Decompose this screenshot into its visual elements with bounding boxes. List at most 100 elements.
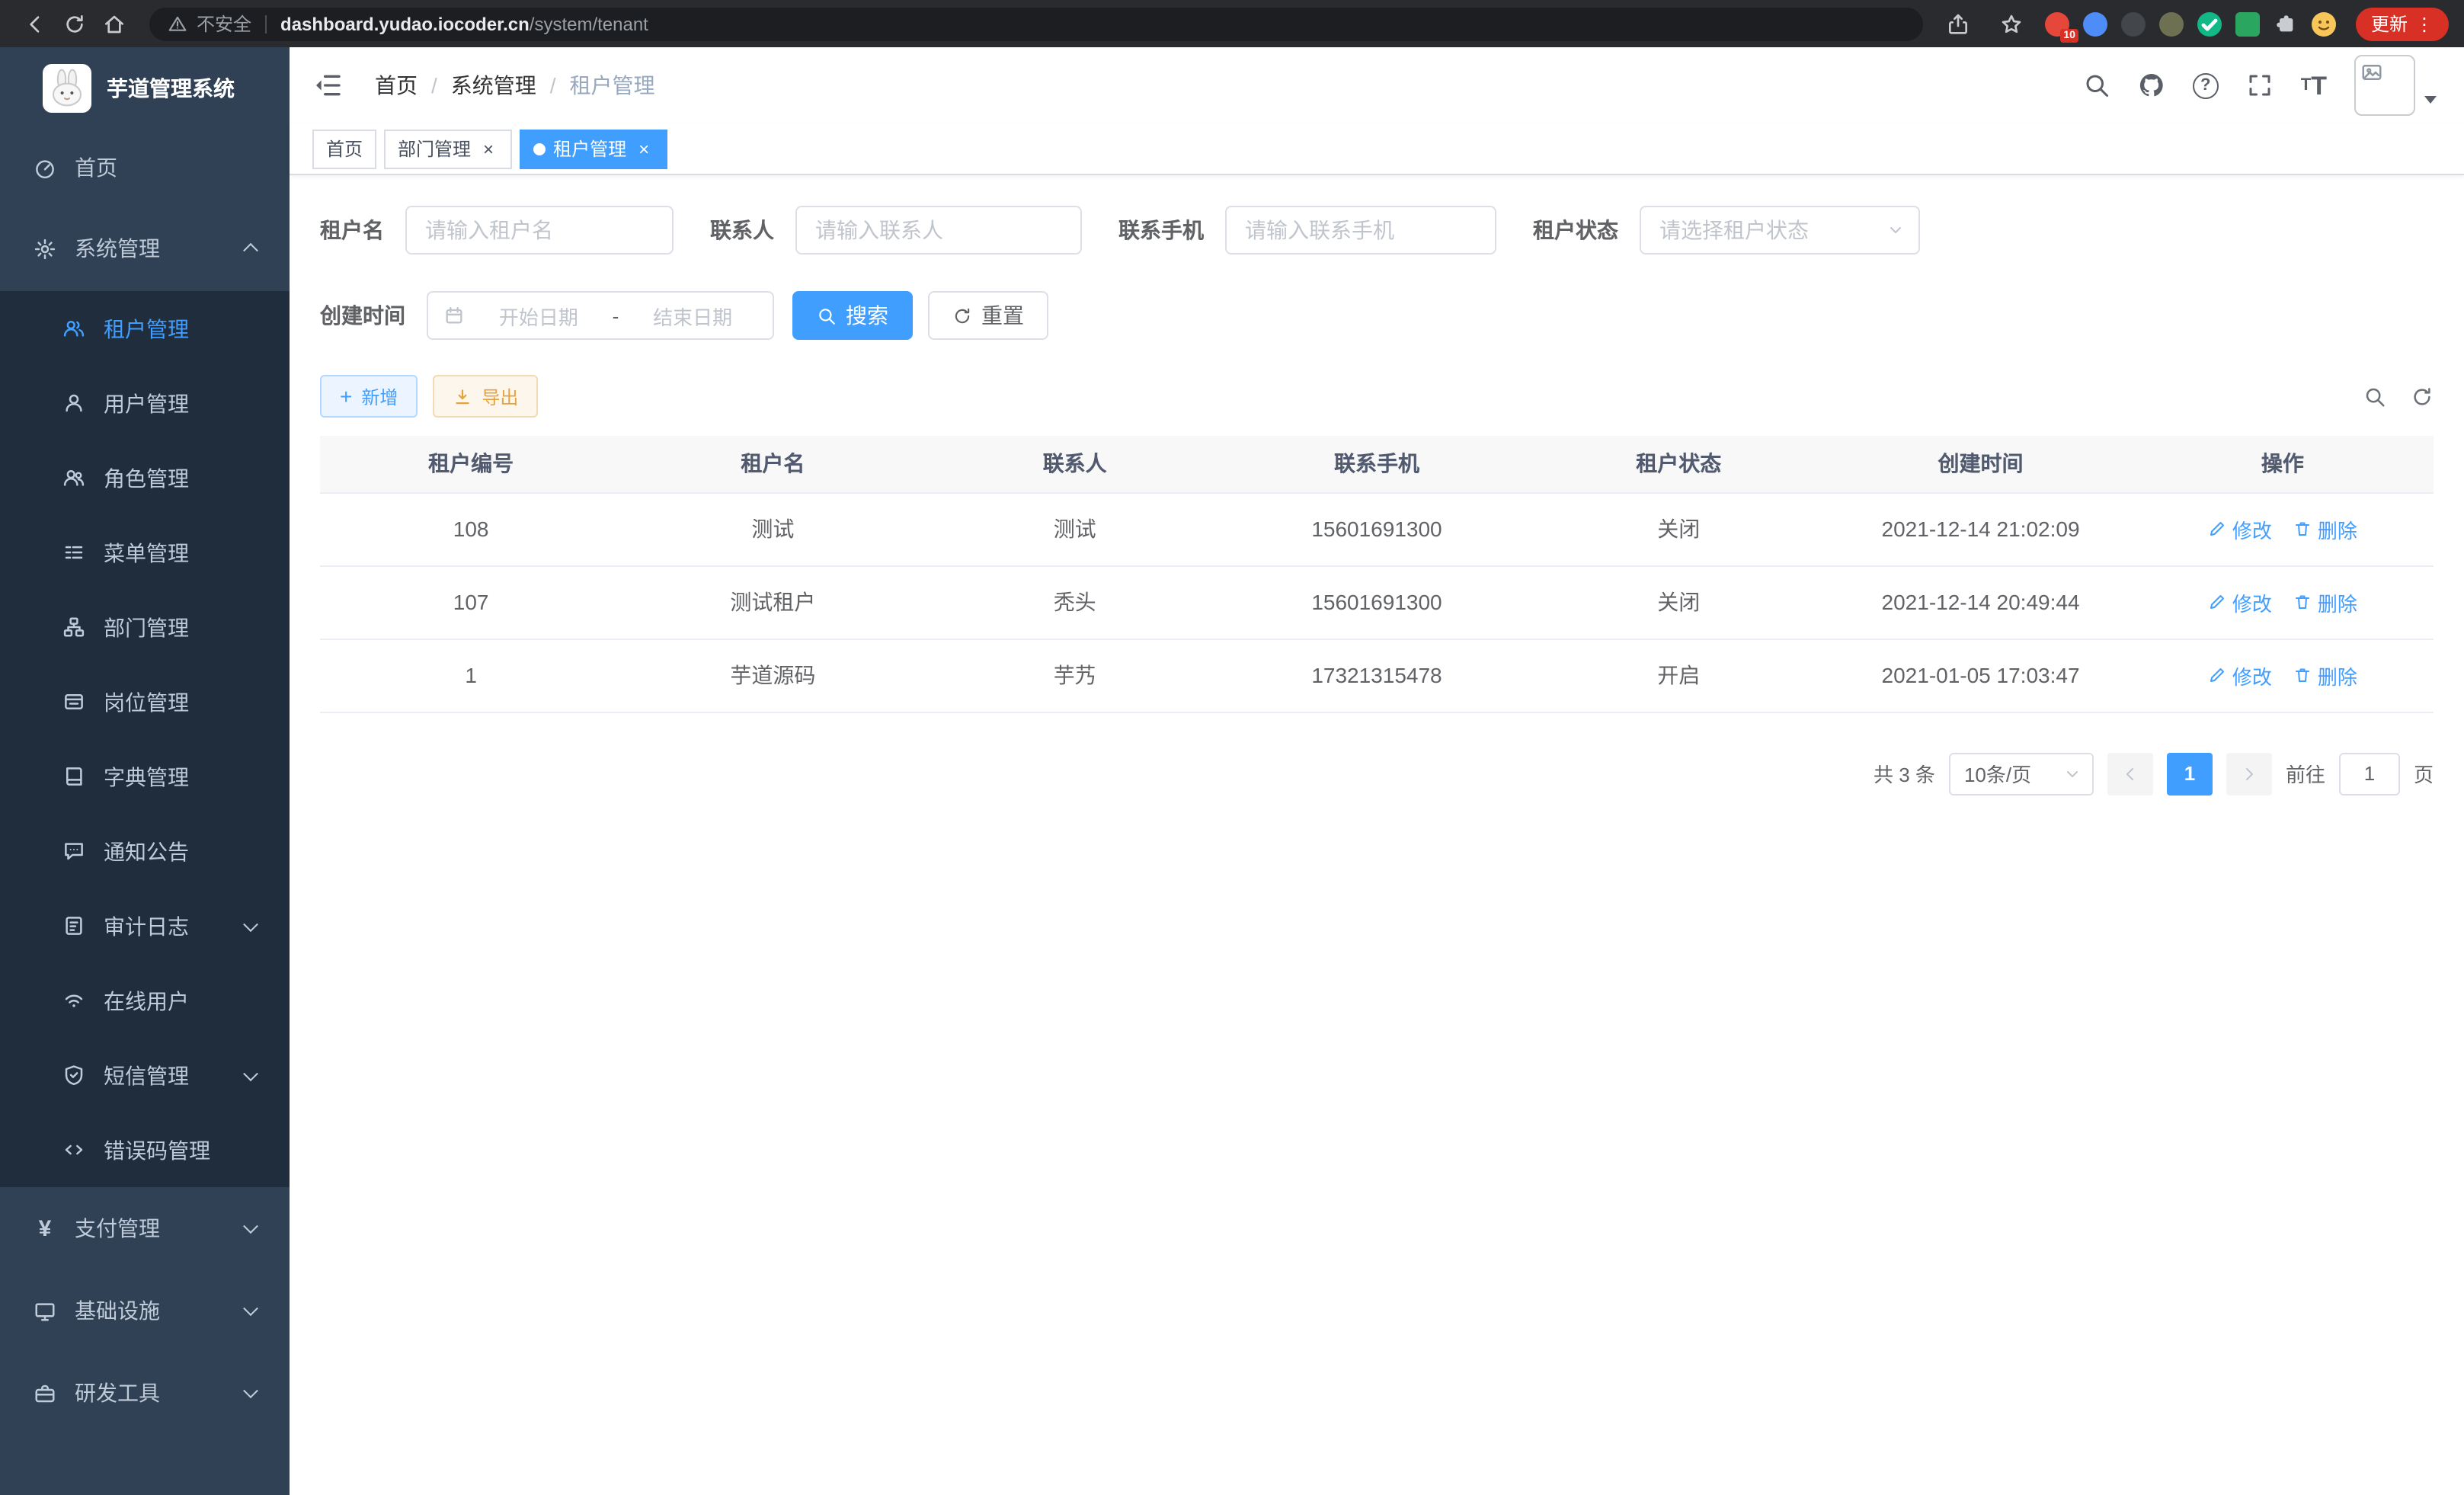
book-icon (62, 765, 85, 788)
sidebar-item-error-code[interactable]: 错误码管理 (0, 1112, 290, 1187)
breadcrumb: 首页 / 系统管理 / 租户管理 (375, 70, 655, 101)
sidebar-item-online-users[interactable]: 在线用户 (0, 963, 290, 1038)
id-card-icon (62, 690, 85, 713)
extension-icon-2[interactable] (2083, 11, 2107, 36)
tab-dept[interactable]: 部门管理 × (384, 129, 512, 168)
sidebar-item-user[interactable]: 用户管理 (0, 366, 290, 440)
extension-icon-5[interactable] (2235, 11, 2260, 36)
page-content: 租户名 联系人 联系手机 租户状态 请选择租户状态 (290, 175, 2464, 1495)
github-icon[interactable] (2138, 72, 2165, 99)
fullscreen-icon[interactable] (2246, 72, 2274, 99)
refresh-table-icon[interactable] (2411, 385, 2434, 408)
share-icon[interactable] (1938, 4, 1978, 43)
add-button[interactable]: + 新增 (320, 375, 418, 418)
toggle-search-icon[interactable] (2363, 385, 2386, 408)
reload-button[interactable] (55, 4, 94, 43)
sidebar-item-sms[interactable]: 短信管理 (0, 1038, 290, 1112)
sidebar-item-role[interactable]: 角色管理 (0, 440, 290, 515)
search-button-label: 搜索 (846, 300, 888, 331)
close-icon[interactable]: × (478, 139, 498, 158)
cell-phone: 17321315478 (1226, 639, 1528, 712)
reset-button[interactable]: 重置 (928, 291, 1048, 340)
wifi-icon (62, 989, 85, 1012)
sidebar-item-dept[interactable]: 部门管理 (0, 590, 290, 664)
sidebar-item-menu[interactable]: 菜单管理 (0, 515, 290, 590)
url-bar[interactable]: 不安全 dashboard.yudao.iocoder.cn /system/t… (149, 7, 1923, 40)
tab-home[interactable]: 首页 (312, 129, 376, 168)
cell-contact: 秃头 (924, 565, 1226, 639)
sidebar-item-infra[interactable]: 基础设施 (0, 1269, 290, 1352)
breadcrumb-system[interactable]: 系统管理 (451, 70, 536, 101)
prev-page-button[interactable] (2107, 752, 2153, 795)
trash-icon (2293, 593, 2312, 611)
delete-link[interactable]: 删除 (2293, 587, 2357, 616)
back-button[interactable] (15, 4, 55, 43)
app-logo[interactable]: 芋道管理系统 (0, 47, 290, 130)
sidebar-item-notice[interactable]: 通知公告 (0, 814, 290, 888)
export-button[interactable]: 导出 (433, 375, 538, 418)
chrome-right-cluster: 10 更新 ⋮ (1938, 4, 2449, 43)
delete-link[interactable]: 删除 (2293, 514, 2357, 543)
broken-image-icon (2360, 61, 2383, 84)
date-range-picker[interactable]: 开始日期 - 结束日期 (427, 291, 774, 340)
trash-icon (2293, 666, 2312, 684)
breadcrumb-home[interactable]: 首页 (375, 70, 418, 101)
sidebar-item-audit-log[interactable]: 审计日志 (0, 888, 290, 963)
cell-id: 107 (320, 565, 622, 639)
sidebar-item-tenant[interactable]: 租户管理 (0, 291, 290, 366)
page-size-select[interactable]: 10条/页 (1949, 752, 2094, 795)
home-button[interactable] (94, 4, 134, 43)
sidebar-item-label: 审计日志 (104, 911, 189, 941)
extensions-puzzle-icon[interactable] (2274, 11, 2298, 36)
sidebar-item-post[interactable]: 岗位管理 (0, 664, 290, 739)
sidebar-item-label: 在线用户 (104, 985, 189, 1016)
edit-link[interactable]: 修改 (2208, 587, 2272, 616)
close-icon[interactable]: × (634, 139, 654, 158)
contact-input[interactable] (795, 206, 1082, 255)
current-page-button[interactable]: 1 (2167, 752, 2213, 795)
edit-link[interactable]: 修改 (2208, 661, 2272, 690)
sidebar-item-dict[interactable]: 字典管理 (0, 739, 290, 814)
extension-icon-4[interactable] (2159, 11, 2184, 36)
jump-suffix: 页 (2414, 759, 2434, 788)
status-label: 租户状态 (1533, 215, 1640, 245)
search-button[interactable]: 搜索 (792, 291, 913, 340)
cell-status: 关闭 (1528, 565, 1829, 639)
sidebar-item-payment[interactable]: ¥ 支付管理 (0, 1187, 290, 1269)
logo-rabbit-icon (43, 64, 91, 113)
sidebar-item-devtools[interactable]: 研发工具 (0, 1352, 290, 1434)
bookmark-star-icon[interactable] (1992, 4, 2031, 43)
header-search-icon[interactable] (2083, 72, 2110, 99)
delete-link[interactable]: 删除 (2293, 661, 2357, 690)
user-avatar[interactable] (2354, 55, 2437, 116)
extension-check-icon[interactable] (2197, 11, 2222, 36)
status-select[interactable]: 请选择租户状态 (1640, 206, 1920, 255)
cell-contact: 测试 (924, 492, 1226, 565)
help-icon[interactable]: ? (2193, 72, 2219, 98)
extension-icon-3[interactable] (2121, 11, 2146, 36)
chevron-left-icon (2121, 764, 2139, 783)
font-size-icon[interactable]: TT (2301, 72, 2327, 98)
extension-icon-1[interactable]: 10 (2045, 11, 2069, 36)
system-submenu: 租户管理 用户管理 角色管理 菜单管理 (0, 291, 290, 1187)
sidebar-collapse-button[interactable] (290, 47, 366, 123)
tab-tenant[interactable]: 租户管理 × (520, 129, 667, 168)
chrome-update-button[interactable]: 更新 ⋮ (2356, 7, 2449, 40)
tenant-name-input[interactable] (405, 206, 674, 255)
cell-name: 芋道源码 (622, 639, 923, 712)
search-icon (817, 306, 837, 325)
table-row: 1 芋道源码 芋艿 17321315478 开启 2021-01-05 17:0… (320, 639, 2434, 712)
col-phone: 联系手机 (1226, 436, 1528, 492)
profile-avatar-icon[interactable] (2312, 11, 2336, 36)
sidebar-item-label: 岗位管理 (104, 687, 189, 717)
sidebar-item-system[interactable]: 系统管理 (0, 206, 290, 291)
hamburger-icon (312, 70, 343, 101)
sidebar-item-home[interactable]: 首页 (0, 130, 290, 206)
contact-label: 联系人 (710, 215, 795, 245)
phone-input[interactable] (1225, 206, 1496, 255)
jump-page-input[interactable] (2339, 752, 2400, 795)
breadcrumb-separator: / (550, 73, 556, 98)
edit-link[interactable]: 修改 (2208, 514, 2272, 543)
sidebar-item-label: 首页 (75, 152, 117, 183)
next-page-button[interactable] (2226, 752, 2272, 795)
